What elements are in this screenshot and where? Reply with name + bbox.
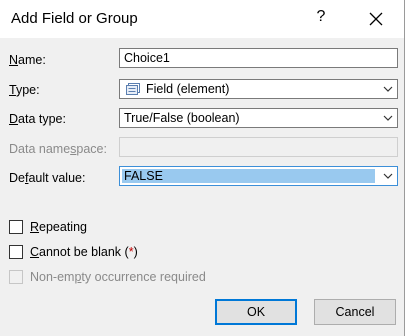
- name-label: Name:: [9, 53, 46, 67]
- type-value: Field (element): [146, 82, 230, 96]
- data-type-select[interactable]: True/False (boolean): [119, 108, 398, 128]
- default-value-label: Default value:: [9, 171, 86, 185]
- repeating-label[interactable]: Repeating: [30, 220, 87, 234]
- chevron-down-icon: [383, 86, 393, 92]
- repeating-checkbox[interactable]: [9, 220, 23, 234]
- name-input[interactable]: Choice1: [119, 48, 398, 68]
- default-value-select[interactable]: FALSE: [119, 166, 398, 186]
- help-button[interactable]: ?: [311, 8, 331, 26]
- dialog-title: Add Field or Group: [11, 10, 138, 27]
- non-empty-checkbox: [9, 270, 23, 284]
- data-namespace-label: Data namespace:: [9, 142, 107, 156]
- cannot-be-blank-label[interactable]: Cannot be blank (*): [30, 245, 138, 259]
- default-value-value: FALSE: [124, 169, 163, 183]
- data-namespace-input: [119, 137, 398, 157]
- data-type-label: Data type:: [9, 112, 66, 126]
- data-type-value: True/False (boolean): [124, 111, 240, 125]
- type-select[interactable]: Field (element): [119, 79, 398, 99]
- close-button[interactable]: [361, 2, 391, 34]
- non-empty-label: Non-empty occurrence required: [30, 270, 206, 284]
- cannot-be-blank-checkbox[interactable]: [9, 245, 23, 259]
- add-field-dialog: Add Field or Group ? Name: Choice1 Type:…: [0, 0, 405, 336]
- chevron-down-icon: [383, 173, 393, 179]
- ok-button[interactable]: OK: [215, 299, 297, 325]
- cancel-button[interactable]: Cancel: [314, 299, 396, 325]
- title-bar: Add Field or Group ?: [0, 0, 404, 38]
- type-dropdown-button[interactable]: [379, 81, 396, 97]
- data-type-dropdown-button[interactable]: [379, 110, 396, 126]
- type-label: Type:: [9, 83, 40, 97]
- close-icon: [369, 12, 383, 26]
- chevron-down-icon: [383, 115, 393, 121]
- default-value-dropdown-button[interactable]: [379, 168, 396, 184]
- field-element-icon: [126, 83, 140, 95]
- name-value: Choice1: [124, 51, 170, 65]
